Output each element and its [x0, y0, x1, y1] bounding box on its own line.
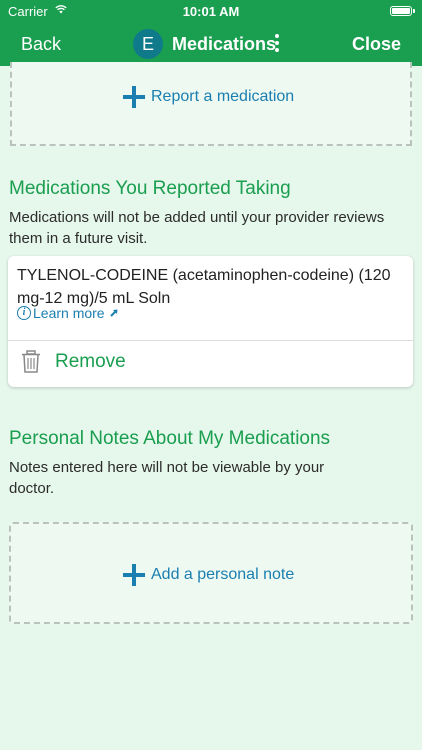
status-bar: Carrier 10:01 AM: [0, 0, 422, 22]
trash-icon: [22, 350, 40, 373]
external-link-icon: [109, 309, 118, 317]
back-button[interactable]: Back: [21, 34, 61, 55]
reported-section-title: Medications You Reported Taking: [9, 178, 291, 199]
reported-section-description: Medications will not be added until your…: [9, 209, 385, 247]
card-divider: [8, 340, 413, 341]
report-medication-button[interactable]: Report a medication: [123, 86, 294, 108]
add-note-label: Add a personal note: [151, 566, 295, 583]
remove-button[interactable]: Remove: [21, 350, 126, 374]
learn-more-link[interactable]: i Learn more: [17, 305, 119, 321]
notes-section-title: Personal Notes About My Medications: [9, 428, 331, 449]
report-medication-label: Report a medication: [151, 88, 295, 105]
status-time: 10:01 AM: [182, 4, 240, 19]
remove-label: Remove: [55, 351, 126, 372]
kebab-menu-icon[interactable]: [273, 34, 281, 54]
plus-icon: [123, 86, 145, 108]
info-icon: i: [17, 306, 31, 320]
nav-bar: Back E Medications Close: [0, 22, 422, 66]
learn-more-label: Learn more: [33, 305, 105, 321]
medication-name: TYLENOL-CODEINE (acetaminophen-codeine) …: [17, 267, 391, 307]
notes-section-description: Notes entered here will not be viewable …: [9, 459, 325, 497]
add-note-button[interactable]: Add a personal note: [123, 564, 294, 586]
avatar[interactable]: E: [133, 29, 163, 59]
plus-icon: [123, 564, 145, 586]
close-button[interactable]: Close: [352, 34, 401, 55]
medication-card: TYLENOL-CODEINE (acetaminophen-codeine) …: [8, 256, 413, 387]
page-title: Medications: [172, 34, 277, 54]
battery-icon: [390, 6, 415, 16]
